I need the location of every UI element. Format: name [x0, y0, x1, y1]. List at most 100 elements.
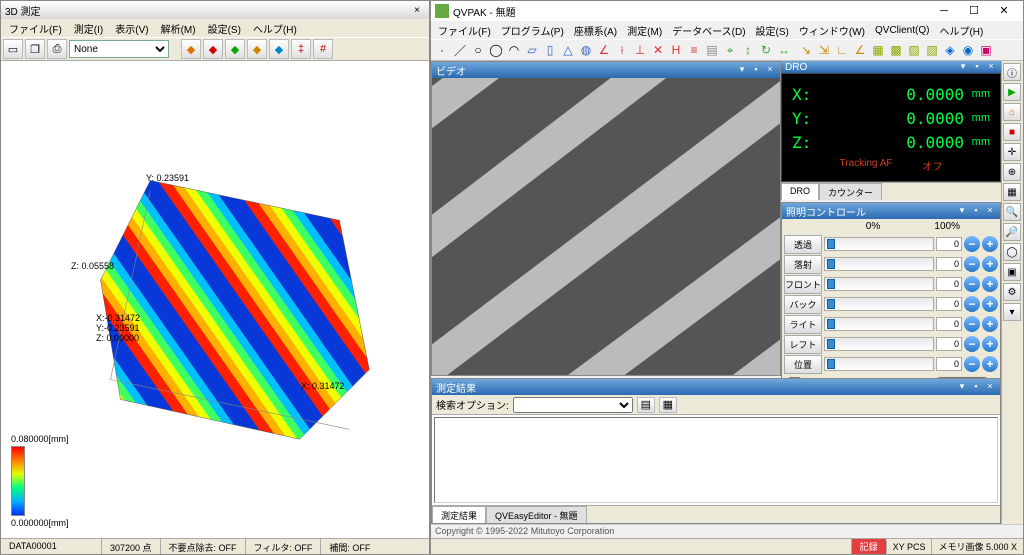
- light-slider[interactable]: [824, 277, 934, 291]
- side-info-icon[interactable]: ⓘ: [1003, 63, 1021, 81]
- menu-coord[interactable]: 座標系(A): [569, 21, 622, 40]
- tool-ellipse-icon[interactable]: ◯: [487, 41, 505, 59]
- tool-cube-icon[interactable]: ❐: [25, 39, 45, 59]
- menu-measure[interactable]: 測定(M): [622, 21, 667, 40]
- panel-pin-icon[interactable]: ▪: [970, 381, 982, 393]
- light-value[interactable]: 0: [936, 277, 962, 291]
- side-down-icon[interactable]: ▾: [1003, 303, 1021, 321]
- plus-button[interactable]: +: [982, 316, 998, 332]
- plus-button[interactable]: +: [982, 296, 998, 312]
- tool-cone-icon[interactable]: △: [559, 41, 577, 59]
- tool-af3-icon[interactable]: ▧: [905, 41, 923, 59]
- minus-button[interactable]: −: [964, 296, 980, 312]
- menu-qvclient[interactable]: QVClient(Q): [870, 23, 934, 38]
- left-menu-settings[interactable]: 設定(S): [202, 19, 247, 38]
- panel-close-icon[interactable]: ×: [984, 381, 996, 393]
- side-home-icon[interactable]: ⌂: [1003, 103, 1021, 121]
- tool-grid-icon[interactable]: #: [313, 39, 333, 59]
- panel-menu-icon[interactable]: ▾: [736, 64, 748, 76]
- panel-close-icon[interactable]: ×: [985, 61, 997, 73]
- minimize-button[interactable]: ─: [929, 1, 959, 21]
- light-value[interactable]: 0: [936, 357, 962, 371]
- side-zoomin-icon[interactable]: 🔍: [1003, 203, 1021, 221]
- plus-button[interactable]: +: [982, 256, 998, 272]
- tool-edge4-icon[interactable]: ∠: [851, 41, 869, 59]
- results-list[interactable]: [434, 417, 998, 503]
- left-menu-file[interactable]: ファイル(F): [3, 19, 68, 38]
- tool-xy-icon[interactable]: ↔: [775, 41, 793, 59]
- tab-editor[interactable]: QVEasyEditor - 無題: [486, 506, 587, 523]
- tool-surface3-icon[interactable]: ◆: [225, 39, 245, 59]
- tool-range-icon[interactable]: ‡: [291, 39, 311, 59]
- results-btn2-icon[interactable]: ▦: [659, 397, 677, 413]
- side-zoomout-icon[interactable]: 🔎: [1003, 223, 1021, 241]
- plus-button[interactable]: +: [982, 236, 998, 252]
- minus-button[interactable]: −: [964, 276, 980, 292]
- left-menu-measure[interactable]: 測定(I): [68, 19, 109, 38]
- tool-plane-icon[interactable]: ▱: [523, 41, 541, 59]
- light-slider[interactable]: [824, 297, 934, 311]
- tool-report-icon[interactable]: ▤: [703, 41, 721, 59]
- tool-origin-icon[interactable]: ⌖: [721, 41, 739, 59]
- left-close-button[interactable]: ×: [409, 5, 425, 16]
- side-stop-icon[interactable]: ■: [1003, 123, 1021, 141]
- tool-arc-icon[interactable]: ◠: [505, 41, 523, 59]
- tool-surface2-icon[interactable]: ◆: [203, 39, 223, 59]
- panel-menu-icon[interactable]: ▾: [957, 61, 969, 73]
- minus-button[interactable]: −: [964, 256, 980, 272]
- tool-perp-icon[interactable]: ⊥: [631, 41, 649, 59]
- close-button[interactable]: ✕: [989, 1, 1019, 21]
- side-camera-icon[interactable]: ▣: [1003, 263, 1021, 281]
- light-slider[interactable]: [824, 337, 934, 351]
- left-menu-analysis[interactable]: 解析(M): [155, 19, 202, 38]
- minus-button[interactable]: −: [964, 236, 980, 252]
- side-target-icon[interactable]: ⊕: [1003, 163, 1021, 181]
- tool-sphere-icon[interactable]: ◍: [577, 41, 595, 59]
- tool-circle-icon[interactable]: ○: [469, 41, 487, 59]
- panel-pin-icon[interactable]: ▪: [750, 64, 762, 76]
- mode-select[interactable]: None: [69, 40, 169, 58]
- tool-surface4-icon[interactable]: ◆: [247, 39, 267, 59]
- left-menu-help[interactable]: ヘルプ(H): [247, 19, 303, 38]
- results-btn1-icon[interactable]: ▤: [637, 397, 655, 413]
- tool-misc2-icon[interactable]: ◉: [959, 41, 977, 59]
- light-value[interactable]: 0: [936, 317, 962, 331]
- panel-close-icon[interactable]: ×: [984, 205, 996, 217]
- dro-tab-dro[interactable]: DRO: [781, 183, 819, 200]
- menu-window[interactable]: ウィンドウ(W): [794, 21, 870, 40]
- tool-rotate-icon[interactable]: ↻: [757, 41, 775, 59]
- light-slider[interactable]: [824, 257, 934, 271]
- panel-menu-icon[interactable]: ▾: [956, 205, 968, 217]
- side-axes-icon[interactable]: ✛: [1003, 143, 1021, 161]
- tool-edge3-icon[interactable]: ∟: [833, 41, 851, 59]
- menu-file[interactable]: ファイル(F): [433, 21, 496, 40]
- menu-help[interactable]: ヘルプ(H): [934, 21, 988, 40]
- minus-button[interactable]: −: [964, 356, 980, 372]
- tool-af4-icon[interactable]: ▨: [923, 41, 941, 59]
- tool-af1-icon[interactable]: ▦: [869, 41, 887, 59]
- minus-button[interactable]: −: [964, 336, 980, 352]
- tool-edge2-icon[interactable]: ⇲: [815, 41, 833, 59]
- light-slider[interactable]: [824, 237, 934, 251]
- side-circle-icon[interactable]: ◯: [1003, 243, 1021, 261]
- panel-menu-icon[interactable]: ▾: [956, 381, 968, 393]
- plus-button[interactable]: +: [982, 336, 998, 352]
- tool-point-icon[interactable]: ·: [433, 41, 451, 59]
- tool-misc3-icon[interactable]: ▣: [977, 41, 995, 59]
- light-value[interactable]: 0: [936, 337, 962, 351]
- 3d-view[interactable]: Y: 0.23591 Z: 0.05558 X:-0.31472 Y:-0.23…: [1, 61, 429, 538]
- search-select[interactable]: [513, 397, 633, 413]
- tool-new-icon[interactable]: ▭: [3, 39, 23, 59]
- light-value[interactable]: 0: [936, 237, 962, 251]
- tool-surface5-icon[interactable]: ◆: [269, 39, 289, 59]
- tab-results[interactable]: 測定結果: [432, 506, 486, 523]
- tool-af2-icon[interactable]: ▩: [887, 41, 905, 59]
- tool-tol1-icon[interactable]: H: [667, 41, 685, 59]
- tool-dist-icon[interactable]: ⟊: [613, 41, 631, 59]
- tool-print-icon[interactable]: ⎙: [47, 39, 67, 59]
- panel-pin-icon[interactable]: ▪: [970, 205, 982, 217]
- menu-program[interactable]: プログラム(P): [496, 21, 569, 40]
- side-run-icon[interactable]: ▶: [1003, 83, 1021, 101]
- maximize-button[interactable]: ☐: [959, 1, 989, 21]
- panel-pin-icon[interactable]: ▪: [971, 61, 983, 73]
